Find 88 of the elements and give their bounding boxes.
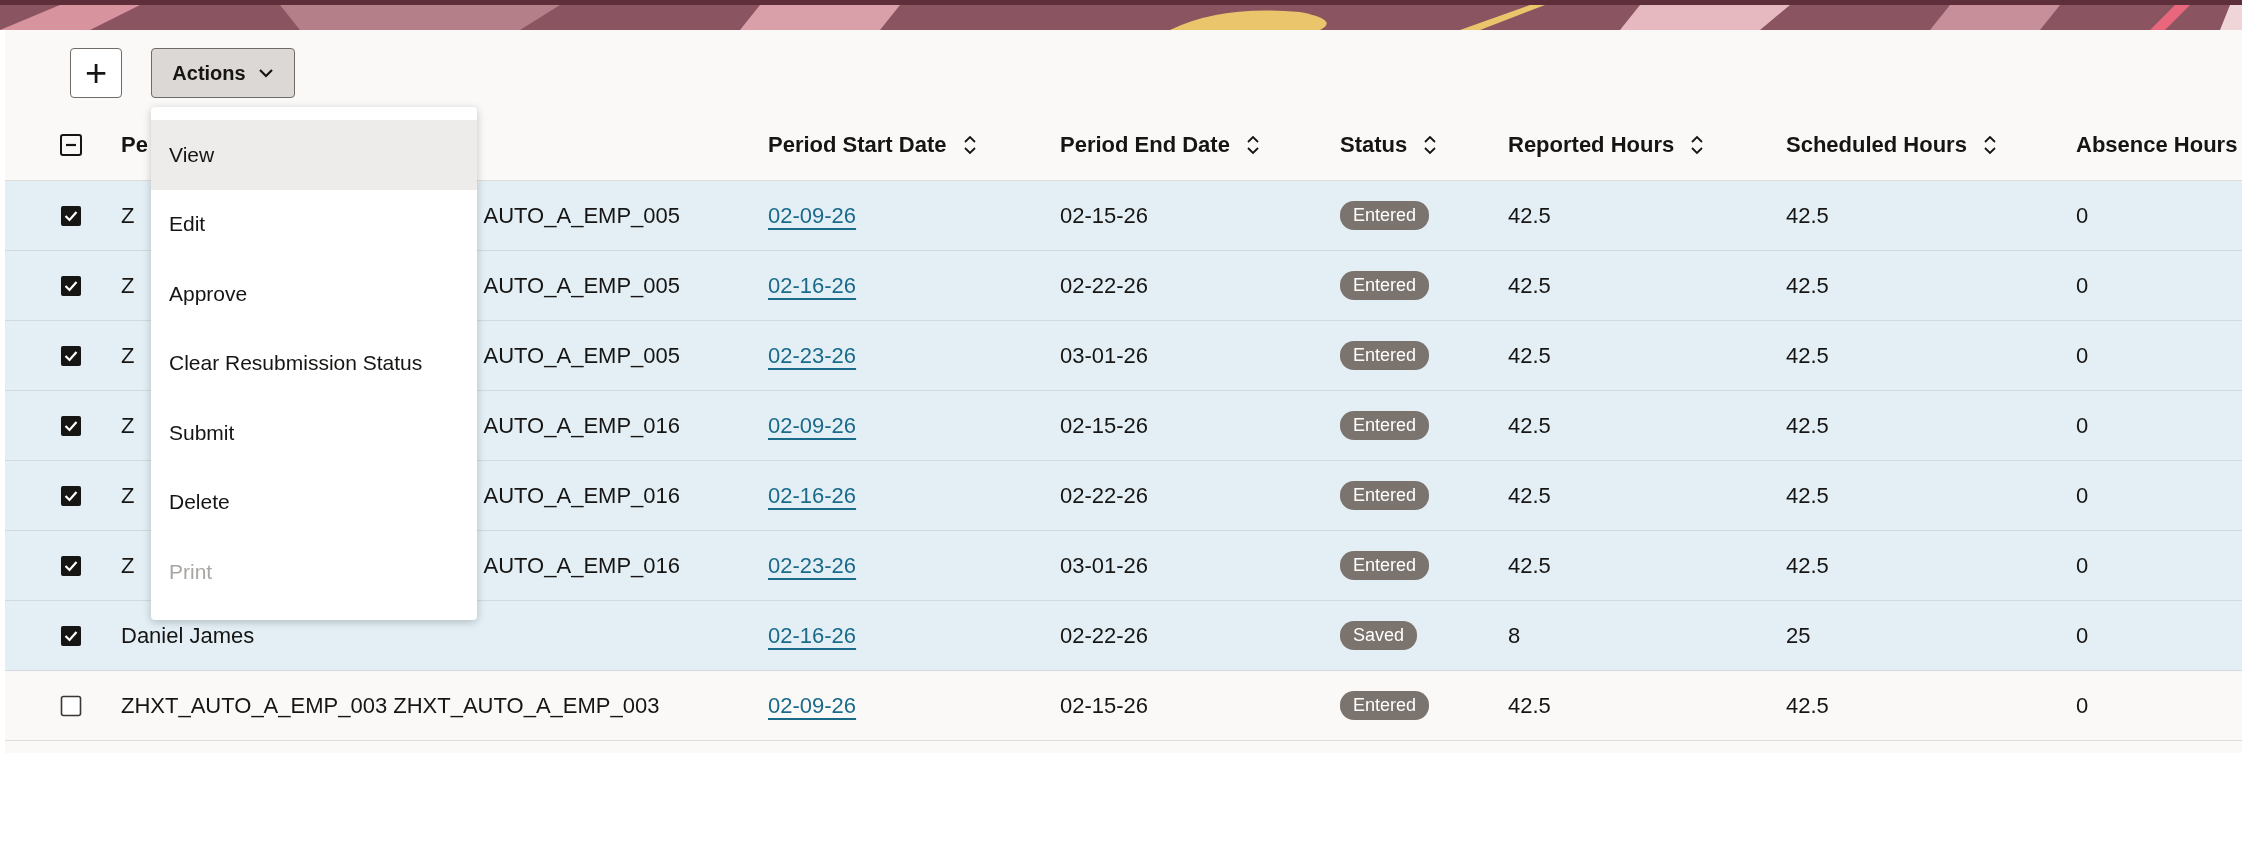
- table-cell: AUTO_A_EMP_005: [483, 342, 680, 369]
- sort-icon[interactable]: [962, 135, 977, 155]
- checkbox[interactable]: [60, 344, 82, 367]
- date-link[interactable]: 02-16-26: [768, 622, 857, 648]
- table-cell: 42.5: [1786, 342, 1829, 368]
- status-badge: Entered: [1340, 481, 1430, 510]
- status-badge: Entered: [1340, 411, 1430, 440]
- table-cell: 02-22-26: [1060, 482, 1149, 508]
- table-cell: 8: [1508, 622, 1521, 648]
- table-cell: Daniel James: [121, 622, 255, 649]
- table-cell: 0: [2076, 342, 2089, 368]
- table-cell: 42.5: [1508, 552, 1551, 578]
- checkbox[interactable]: [60, 414, 82, 437]
- column-header[interactable]: Reported Hours: [1508, 132, 1675, 158]
- checkbox[interactable]: [60, 204, 82, 227]
- status-badge: Entered: [1340, 551, 1430, 580]
- date-link[interactable]: 02-23-26: [768, 342, 857, 368]
- table-cell: 0: [2076, 272, 2089, 298]
- table-cell: 0: [2076, 622, 2089, 648]
- table-cell: Z: [121, 552, 135, 579]
- checkbox[interactable]: [60, 484, 82, 507]
- sort-icon[interactable]: [1982, 135, 1997, 155]
- add-button[interactable]: +: [70, 48, 122, 98]
- actions-button[interactable]: Actions: [151, 48, 295, 98]
- table-cell: 03-01-26: [1060, 552, 1149, 578]
- table-cell: 0: [2076, 692, 2089, 718]
- status-badge: Entered: [1340, 271, 1430, 300]
- table-cell: Z: [121, 272, 135, 299]
- table-cell: 42.5: [1786, 202, 1829, 228]
- table-cell: 03-01-26: [1060, 342, 1149, 368]
- status-badge: Entered: [1340, 341, 1430, 370]
- table-row[interactable]: Daniel James 02-16-26 02-22-26 Saved 8 25 0: [5, 601, 2242, 671]
- status-badge: Entered: [1340, 201, 1430, 230]
- checkbox[interactable]: [60, 274, 82, 297]
- table-cell: 02-22-26: [1060, 272, 1149, 298]
- column-header[interactable]: Status: [1340, 132, 1408, 158]
- checkbox[interactable]: [60, 134, 82, 156]
- caret-icon: [257, 68, 274, 78]
- column-header[interactable]: Period End Date: [1060, 132, 1230, 158]
- table-cell: 02-15-26: [1060, 412, 1149, 438]
- column-header[interactable]: Scheduled Hours: [1786, 132, 1967, 158]
- table-cell: Z: [121, 342, 135, 369]
- table-cell: 0: [2076, 482, 2089, 508]
- table-cell: 0: [2076, 412, 2089, 438]
- table-cell: AUTO_A_EMP_005: [483, 202, 680, 229]
- sort-icon[interactable]: [1423, 135, 1438, 155]
- table-cell: 02-22-26: [1060, 622, 1149, 648]
- table-cell: 0: [2076, 552, 2089, 578]
- table-cell: 42.5: [1786, 552, 1829, 578]
- table-cell: 42.5: [1786, 272, 1829, 298]
- table-cell: Z: [121, 412, 135, 439]
- column-header[interactable]: Absence Hours: [2076, 132, 2238, 158]
- table-cell: 42.5: [1508, 202, 1551, 228]
- table-cell: Z: [121, 202, 135, 229]
- date-link[interactable]: 02-09-26: [768, 202, 857, 228]
- table-cell: 42.5: [1508, 412, 1551, 438]
- table-cell: AUTO_A_EMP_016: [483, 482, 680, 509]
- date-link[interactable]: 02-09-26: [768, 692, 857, 718]
- sort-icon[interactable]: [1245, 135, 1260, 155]
- table-cell: Z: [121, 482, 135, 509]
- table-cell: AUTO_A_EMP_016: [483, 552, 680, 579]
- checkbox[interactable]: [60, 554, 82, 577]
- table-cell: 42.5: [1508, 482, 1551, 508]
- date-link[interactable]: 02-16-26: [768, 272, 857, 298]
- table-cell: ZHXT_AUTO_A_EMP_003 ZHXT_AUTO_A_EMP_003: [121, 692, 660, 719]
- checkbox[interactable]: [60, 624, 82, 647]
- date-link[interactable]: 02-16-26: [768, 482, 857, 508]
- column-header[interactable]: Pe: [121, 132, 148, 158]
- date-link[interactable]: 02-23-26: [768, 552, 857, 578]
- table-cell: 0: [2076, 202, 2089, 228]
- table-cell: 02-15-26: [1060, 202, 1149, 228]
- table-cell: 42.5: [1786, 692, 1829, 718]
- checkbox[interactable]: [60, 694, 82, 717]
- table-cell: 02-15-26: [1060, 692, 1149, 718]
- table-cell: 42.5: [1508, 342, 1551, 368]
- date-link[interactable]: 02-09-26: [768, 412, 857, 438]
- table-cell: AUTO_A_EMP_016: [483, 412, 680, 439]
- table-cell: 42.5: [1508, 692, 1551, 718]
- menu-item[interactable]: View: [151, 120, 477, 190]
- status-badge: Entered: [1340, 691, 1430, 720]
- status-badge: Saved: [1340, 621, 1418, 650]
- table-cell: AUTO_A_EMP_005: [483, 272, 680, 299]
- table-cell: 25: [1786, 622, 1811, 648]
- table-cell: 42.5: [1508, 272, 1551, 298]
- table-cell: 42.5: [1786, 412, 1829, 438]
- sort-icon[interactable]: [1690, 135, 1705, 155]
- column-header[interactable]: Period Start Date: [768, 132, 947, 158]
- table-cell: 42.5: [1786, 482, 1829, 508]
